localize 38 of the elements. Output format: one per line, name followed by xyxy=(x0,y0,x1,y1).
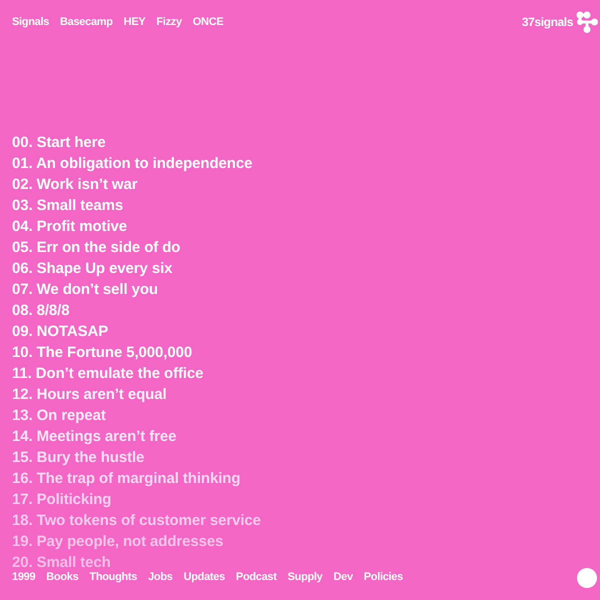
footer-link[interactable]: 1999 xyxy=(12,571,36,584)
circle-button[interactable] xyxy=(577,568,597,588)
principle-link[interactable]: 10. The Fortune 5,000,000 xyxy=(12,344,192,361)
logo-icon[interactable] xyxy=(576,11,598,33)
footer-link[interactable]: Books xyxy=(46,571,78,584)
principle-link[interactable]: 02. Work isn’t war xyxy=(12,176,138,193)
nav-link[interactable]: ONCE xyxy=(192,16,224,28)
principle-link[interactable]: 03. Small teams xyxy=(12,197,124,214)
nav-link[interactable]: Basecamp xyxy=(60,16,113,28)
nav-link[interactable]: HEY xyxy=(124,16,146,28)
brand-name[interactable]: 37signals xyxy=(522,15,573,29)
principle-link[interactable]: 15. Bury the hustle xyxy=(12,449,144,466)
footer-link[interactable]: Policies xyxy=(364,571,403,584)
principle-link[interactable]: 09. NOTASAP xyxy=(12,323,108,340)
principle-link[interactable]: 08. 8/8/8 xyxy=(12,302,70,319)
principle-link[interactable]: 07. We don’t sell you xyxy=(12,281,158,298)
nav-link[interactable]: Fizzy xyxy=(156,16,182,28)
principle-link[interactable]: 18. Two tokens of customer service xyxy=(12,512,261,529)
principle-link[interactable]: 00. Start here xyxy=(12,134,106,151)
footer-link[interactable]: Dev xyxy=(333,571,353,584)
footer-link[interactable]: Jobs xyxy=(148,571,173,584)
principle-link[interactable]: 01. An obligation to independence xyxy=(12,155,252,172)
footer-link[interactable]: Thoughts xyxy=(89,571,138,584)
principle-link[interactable]: 04. Profit motive xyxy=(12,218,127,235)
principle-link[interactable]: 20. Small tech xyxy=(12,554,111,571)
principle-link[interactable]: 05. Err on the side of do xyxy=(12,239,180,256)
principle-link[interactable]: 19. Pay people, not addresses xyxy=(12,533,224,550)
principle-link[interactable]: 06. Shape Up every six xyxy=(12,260,172,277)
principle-link[interactable]: 11. Don’t emulate the office xyxy=(12,365,204,382)
principle-link[interactable]: 14. Meetings aren’t free xyxy=(12,428,176,445)
nav-link[interactable]: Signals xyxy=(12,16,50,28)
principle-link[interactable]: 16. The trap of marginal thinking xyxy=(12,470,240,487)
footer-link[interactable]: Podcast xyxy=(236,571,277,584)
principle-link[interactable]: 13. On repeat xyxy=(12,407,106,424)
footer-link[interactable]: Updates xyxy=(184,571,225,584)
principle-link[interactable]: 17. Politicking xyxy=(12,491,112,508)
principle-link[interactable]: 12. Hours aren’t equal xyxy=(12,386,167,403)
footer-link[interactable]: Supply xyxy=(288,571,322,584)
